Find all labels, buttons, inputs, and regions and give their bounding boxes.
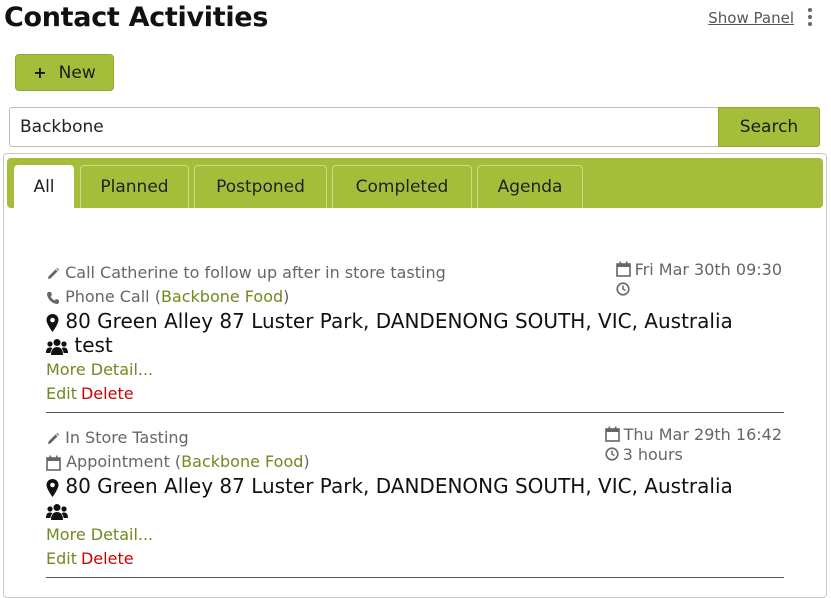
activities-panel: All Planned Postponed Completed Agenda C…	[3, 153, 827, 598]
more-detail-link[interactable]: More Detail...	[46, 525, 153, 544]
tab-all[interactable]: All	[14, 165, 74, 208]
page-title: Contact Activities	[4, 2, 269, 33]
activity-datetime: Thu Mar 29th 16:42 3 hours	[604, 424, 782, 464]
more-detail-link[interactable]: More Detail...	[46, 360, 153, 379]
activity-date: Thu Mar 29th 16:42	[623, 424, 782, 444]
users-icon	[46, 503, 68, 520]
new-button-label: New	[58, 62, 96, 83]
activity-type: Phone Call (Backbone Food)	[46, 287, 289, 306]
search-button[interactable]: Search	[718, 107, 820, 147]
tab-agenda[interactable]: Agenda	[477, 165, 583, 208]
company-link[interactable]: Backbone Food	[181, 452, 303, 471]
search-input[interactable]	[9, 107, 718, 147]
delete-link[interactable]: Delete	[81, 549, 134, 568]
activity-divider	[46, 577, 784, 578]
activity-address: 80 Green Alley 87 Luster Park, DANDENONG…	[46, 474, 733, 498]
activity-participants	[46, 498, 68, 522]
activity-datetime: Fri Mar 30th 09:30	[615, 259, 782, 299]
activity-actions: Edit Delete	[46, 384, 134, 403]
plus-icon: +	[33, 63, 47, 82]
activity-divider	[46, 412, 784, 413]
pencil-icon	[48, 267, 60, 279]
calendar-icon	[46, 455, 61, 471]
calendar-icon	[615, 261, 631, 277]
edit-link[interactable]: Edit	[46, 384, 77, 403]
users-icon	[46, 338, 68, 355]
map-marker-icon	[46, 478, 59, 497]
clock-icon	[616, 282, 630, 296]
activity-subject: Call Catherine to follow up after in sto…	[46, 263, 446, 282]
activity-address: 80 Green Alley 87 Luster Park, DANDENONG…	[46, 309, 733, 333]
edit-link[interactable]: Edit	[46, 549, 77, 568]
activity-item: Call Catherine to follow up after in sto…	[46, 260, 784, 413]
activity-subject: In Store Tasting	[46, 428, 189, 447]
tab-postponed[interactable]: Postponed	[194, 165, 327, 208]
calendar-icon	[604, 426, 620, 442]
activity-item: In Store Tasting Appointment (Backbone F…	[46, 425, 784, 578]
tab-bar: All Planned Postponed Completed Agenda	[7, 158, 823, 208]
more-options-icon[interactable]	[807, 8, 813, 28]
delete-link[interactable]: Delete	[81, 384, 134, 403]
map-marker-icon	[46, 313, 59, 332]
activity-duration: 3 hours	[622, 444, 683, 464]
pencil-icon	[48, 432, 60, 444]
activity-date: Fri Mar 30th 09:30	[634, 259, 782, 279]
tab-completed[interactable]: Completed	[332, 165, 472, 208]
search-bar: Search	[9, 107, 820, 147]
phone-icon	[47, 291, 59, 304]
tab-planned[interactable]: Planned	[80, 165, 189, 208]
activity-type: Appointment (Backbone Food)	[46, 452, 310, 471]
show-panel-link[interactable]: Show Panel	[708, 9, 794, 27]
company-link[interactable]: Backbone Food	[161, 287, 283, 306]
new-button[interactable]: + New	[15, 54, 114, 91]
activity-actions: Edit Delete	[46, 549, 134, 568]
activity-participants: test	[46, 333, 113, 357]
clock-icon	[605, 447, 619, 461]
